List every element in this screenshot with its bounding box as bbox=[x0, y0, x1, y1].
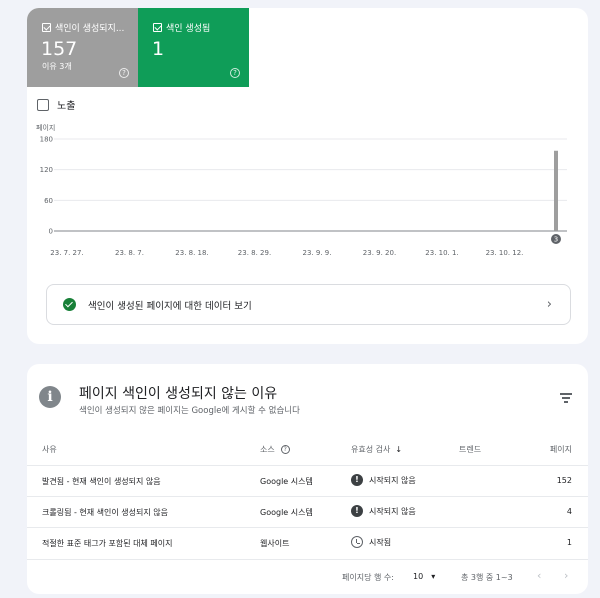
reasons-title: 페이지 색인이 생성되지 않는 이유 bbox=[79, 386, 278, 402]
x-tick-label: 23. 7. 27. bbox=[50, 249, 83, 257]
impressions-label: 노출 bbox=[57, 101, 76, 112]
reasons-subtitle: 색인이 생성되지 않은 페이지는 Google에 게시할 수 없습니다 bbox=[79, 406, 300, 416]
x-tick-label: 23. 9. 9. bbox=[303, 249, 332, 257]
arrow-down-icon: ↓ bbox=[395, 445, 403, 454]
col-reason[interactable]: 사유 bbox=[42, 444, 57, 455]
filter-icon[interactable] bbox=[560, 393, 572, 403]
rows-per-page-select[interactable]: 10 ▾ bbox=[413, 572, 435, 581]
col-validation[interactable]: 유효성 검사 ↓ bbox=[351, 444, 402, 455]
indexed-header: 색인 생성됨 bbox=[153, 21, 241, 34]
x-tick-label: 23. 9. 20. bbox=[363, 249, 396, 257]
help-icon[interactable]: ? bbox=[119, 68, 129, 78]
col-pages[interactable]: 페이지 bbox=[550, 444, 572, 455]
y-tick-label: 0 bbox=[49, 228, 53, 236]
pagination-range: 총 3행 중 1~3 bbox=[461, 573, 513, 582]
col-source[interactable]: 소스? bbox=[260, 444, 290, 455]
unchecked-box-icon[interactable] bbox=[37, 98, 49, 111]
checked-box-icon bbox=[42, 23, 51, 32]
not-indexed-tile[interactable]: 색인이 생성되지... 157 이유 3개 ? bbox=[27, 8, 138, 87]
x-tick-label: 23. 8. 7. bbox=[115, 249, 144, 257]
indexed-count: 1 bbox=[152, 38, 165, 60]
next-page-icon[interactable]: › bbox=[564, 569, 568, 582]
table-row[interactable]: 발견됨 - 현재 색인이 생성되지 않음 Google 시스템 ! 시작되지 않… bbox=[27, 465, 588, 496]
warning-icon: ! bbox=[351, 505, 363, 517]
chart-bar[interactable] bbox=[554, 150, 558, 231]
clock-icon bbox=[351, 536, 363, 548]
y-tick-label: 180 bbox=[40, 136, 53, 144]
help-icon[interactable]: ? bbox=[230, 68, 240, 78]
not-indexed-reasons-card: i 페이지 색인이 생성되지 않는 이유 색인이 생성되지 않은 페이지는 Go… bbox=[27, 364, 588, 594]
checked-box-icon bbox=[153, 23, 162, 32]
y-tick-label: 60 bbox=[44, 197, 53, 205]
y-tick-label: 120 bbox=[40, 166, 53, 174]
impressions-toggle[interactable]: 노출 bbox=[37, 97, 75, 112]
rows-per-page-label: 페이지당 행 수: bbox=[342, 573, 394, 582]
annotation-label: 3 bbox=[554, 236, 558, 244]
help-icon[interactable]: ? bbox=[280, 445, 290, 454]
x-tick-label: 23. 10. 12. bbox=[486, 249, 524, 257]
pages-chart: 페이지 180 120 60 0 23. 7. 27. 23. 8. 7. 23. 8. … bbox=[36, 123, 567, 257]
warning-icon: ! bbox=[351, 474, 363, 486]
indexed-tile[interactable]: 색인 생성됨 1 ? bbox=[138, 8, 249, 87]
x-tick-label: 23. 10. 1. bbox=[425, 249, 458, 257]
indexing-summary-card: 색인이 생성되지... 157 이유 3개 ? 색인 생성됨 1 ? 노출 페이… bbox=[27, 8, 588, 344]
chevron-right-icon: › bbox=[546, 297, 552, 312]
not-indexed-reasons: 이유 3개 bbox=[42, 62, 72, 71]
chart-ylabel: 페이지 bbox=[36, 123, 55, 132]
pagination-bar: 페이지당 행 수: 10 ▾ 총 3행 중 1~3 ‹ › bbox=[27, 559, 588, 594]
info-icon: i bbox=[39, 386, 61, 408]
view-indexed-data-link[interactable]: 색인이 생성된 페이지에 대한 데이터 보기 › bbox=[46, 284, 571, 325]
x-tick-label: 23. 8. 18. bbox=[175, 249, 208, 257]
prev-page-icon[interactable]: ‹ bbox=[537, 569, 541, 582]
not-indexed-header: 색인이 생성되지... bbox=[42, 21, 130, 34]
col-trend[interactable]: 트렌드 bbox=[459, 444, 481, 455]
table-row[interactable]: 적절한 표준 태그가 포함된 대체 페이지 웹사이트 시작됨 1 bbox=[27, 527, 588, 558]
x-tick-label: 23. 8. 29. bbox=[238, 249, 271, 257]
dropdown-arrow-icon: ▾ bbox=[431, 572, 436, 581]
view-indexed-data-label: 색인이 생성된 페이지에 대한 데이터 보기 bbox=[88, 300, 252, 312]
table-row[interactable]: 크롤링됨 - 현재 색인이 생성되지 않음 Google 시스템 ! 시작되지 … bbox=[27, 496, 588, 527]
check-circle-icon bbox=[63, 298, 76, 311]
not-indexed-count: 157 bbox=[41, 38, 78, 60]
